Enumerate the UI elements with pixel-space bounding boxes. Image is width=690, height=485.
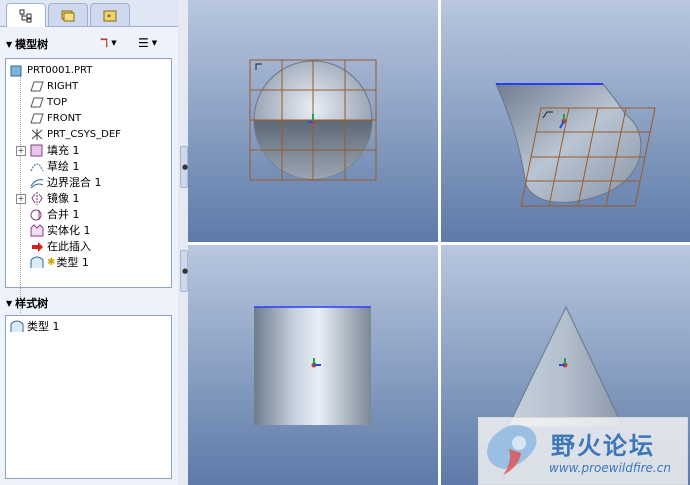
tree-item-solidify[interactable]: 实体化 1 <box>30 222 91 238</box>
model-tree-icon <box>19 9 32 22</box>
tree-item-label: RIGHT <box>47 80 79 92</box>
tree-item-label: 合并 1 <box>47 208 80 221</box>
show-tool-button[interactable]: ☰ ▼ <box>138 34 157 52</box>
tree-item-insert-here[interactable]: 在此插入 <box>30 238 91 254</box>
tree-item-label: PRT0001.PRT <box>27 64 93 76</box>
tree-item-label: TOP <box>47 96 68 108</box>
tree-item-mirror[interactable]: 镜像 1 <box>30 190 80 206</box>
panel-splitter[interactable] <box>178 0 188 485</box>
tree-item-label: 实体化 1 <box>47 224 91 237</box>
style-tree-title: 样式树 <box>15 297 49 310</box>
expand-fill-toggle[interactable]: + <box>16 146 26 156</box>
tree-item-right[interactable]: RIGHT <box>30 78 78 94</box>
collapse-arrow-icon[interactable]: ▼ <box>6 299 12 308</box>
tree-item-label: 草绘 1 <box>47 160 80 173</box>
tree-item-label: 类型 1 <box>56 256 89 269</box>
tab-folder-browser[interactable] <box>48 3 88 26</box>
insert-here-arrow-icon <box>32 241 43 252</box>
tab-favorites[interactable]: * <box>90 3 130 26</box>
style-tree-item-type[interactable]: 类型 1 <box>10 318 60 334</box>
show-dropdown-icon: ▼ <box>151 39 158 47</box>
datum-plane-icon <box>30 81 44 91</box>
settings-dropdown-icon: ▼ <box>111 39 117 47</box>
tree-item-merge[interactable]: 合并 1 <box>30 206 80 222</box>
tree-item-label: 填充 1 <box>47 144 80 157</box>
splitter-grip-bottom[interactable]: ● <box>180 250 188 292</box>
csys-icon <box>31 128 43 140</box>
top-view-drawing <box>254 306 371 425</box>
watermark: 野火论坛 www.proewildfire.cn <box>478 417 688 485</box>
style-type-icon <box>10 320 24 332</box>
tree-item-label: PRT_CSYS_DEF <box>47 128 121 140</box>
mirror-icon <box>31 191 43 205</box>
tree-item-part[interactable]: PRT0001.PRT <box>10 62 92 78</box>
model-tree-box[interactable]: PRT0001.PRT RIGHT TOP FRONT PRT_CSYS_DEF… <box>5 58 172 313</box>
splitter-grip-top[interactable]: ● <box>180 146 188 188</box>
show-list-icon: ☰ <box>138 36 149 50</box>
svg-text:*: * <box>107 13 111 22</box>
datum-plane-icon <box>30 97 44 107</box>
flame-logo-icon <box>487 424 537 475</box>
style-type-icon <box>30 256 44 268</box>
tree-item-csys[interactable]: PRT_CSYS_DEF <box>30 126 121 142</box>
isometric-view-drawing <box>495 83 656 207</box>
tree-item-label: 在此插入 <box>47 240 91 253</box>
solidify-icon <box>30 223 44 236</box>
viewport-top[interactable] <box>188 245 438 485</box>
folder-icon <box>61 10 75 22</box>
watermark-url: www.proewildfire.cn <box>549 461 671 475</box>
boundary-blend-icon <box>30 178 44 188</box>
left-panel: * ▼ 模型树 ℸ ▼ ☰ ▼ PRT0001.PRT RIGHT TOP FRON… <box>0 0 179 485</box>
tree-item-top[interactable]: TOP <box>30 94 67 110</box>
style-tree-header[interactable]: ▼ 样式树 <box>0 292 178 314</box>
model-tree-title: 模型树 <box>15 38 49 51</box>
datum-plane-icon <box>30 113 44 123</box>
tree-item-sketch[interactable]: 草绘 1 <box>30 158 80 174</box>
tree-item-label: 边界混合 1 <box>47 176 102 189</box>
style-star-icon: ✱ <box>47 256 56 268</box>
tree-connector-line <box>20 73 21 313</box>
collapse-arrow-icon[interactable]: ▼ <box>6 40 12 49</box>
navigator-tabs: * <box>0 0 178 27</box>
viewport-isometric[interactable] <box>441 0 690 242</box>
tree-item-boundary-blend[interactable]: 边界混合 1 <box>30 174 102 190</box>
front-view-drawing <box>249 59 377 181</box>
sketch-icon <box>30 163 44 171</box>
tab-model-tree[interactable] <box>6 3 46 27</box>
tree-item-label: 类型 1 <box>27 320 60 333</box>
tree-item-label: FRONT <box>47 112 82 124</box>
csys-marker-icon <box>255 63 262 70</box>
expand-mirror-toggle[interactable]: + <box>16 194 26 204</box>
settings-tools-icon: ℸ <box>100 36 109 50</box>
tree-item-fill[interactable]: 填充 1 <box>30 142 80 158</box>
fill-icon <box>30 144 43 156</box>
style-tree-box[interactable]: 类型 1 <box>5 315 172 479</box>
part-icon <box>10 65 22 76</box>
settings-tool-button[interactable]: ℸ ▼ <box>100 34 117 52</box>
tree-item-label: 镜像 1 <box>47 192 80 205</box>
favorites-folder-icon: * <box>103 10 117 22</box>
merge-icon <box>30 209 42 220</box>
viewport-front[interactable] <box>188 0 438 242</box>
watermark-brand: 野火论坛 <box>551 432 655 460</box>
tree-item-front[interactable]: FRONT <box>30 110 81 126</box>
tree-item-style-type[interactable]: ✱ 类型 1 <box>30 254 89 270</box>
